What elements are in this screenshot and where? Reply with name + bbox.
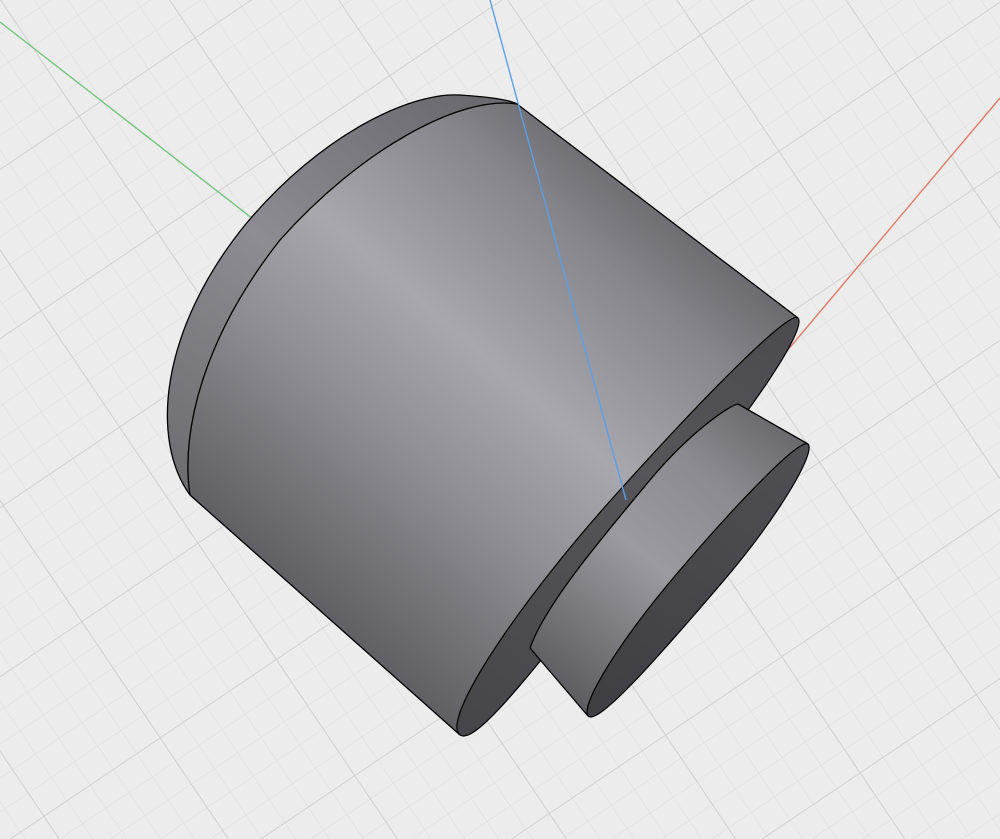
viewport-canvas[interactable] [0, 0, 1000, 839]
3d-viewport[interactable] [0, 0, 1000, 839]
